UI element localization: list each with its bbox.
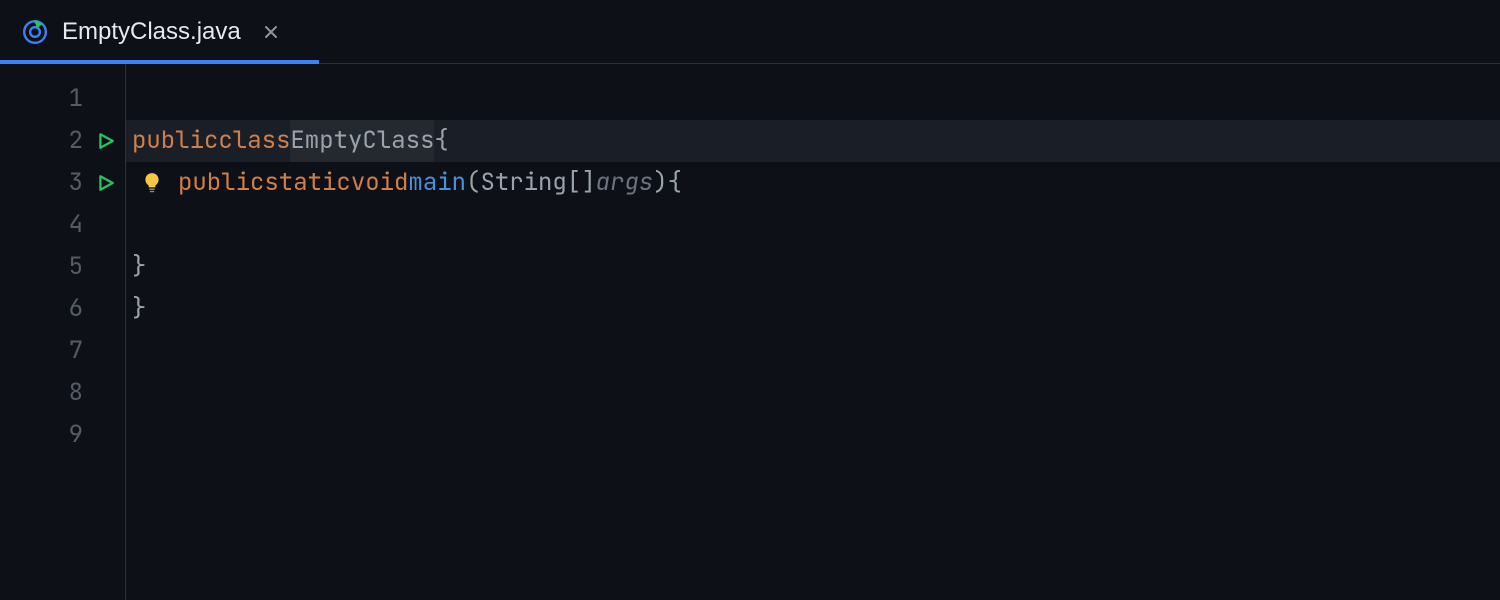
lightbulb-icon[interactable] <box>138 172 166 194</box>
gutter-row: 7 <box>0 330 125 372</box>
gutter-spacer <box>95 382 117 404</box>
gutter: 1 2 3 4 5 6 7 <box>0 64 126 600</box>
code-line[interactable] <box>126 414 1500 456</box>
java-class-icon <box>22 19 48 45</box>
line-number: 6 <box>55 288 83 330</box>
gutter-row: 9 <box>0 414 125 456</box>
code-line[interactable]: public class EmptyClass { <box>126 120 1500 162</box>
line-number: 3 <box>55 162 83 204</box>
gutter-spacer <box>95 298 117 320</box>
tab-title: EmptyClass.java <box>62 18 241 46</box>
run-icon[interactable] <box>95 130 117 152</box>
gutter-spacer <box>95 214 117 236</box>
code-line[interactable]: } <box>126 246 1500 288</box>
brace: } <box>132 288 146 330</box>
keyword: public <box>178 162 264 204</box>
keyword: public <box>132 120 218 162</box>
gutter-row: 3 <box>0 162 125 204</box>
method-name: main <box>408 162 466 204</box>
line-number: 7 <box>55 330 83 372</box>
brace: { <box>434 120 448 162</box>
line-number: 8 <box>55 372 83 414</box>
paren: ) <box>653 162 667 204</box>
tab-bar: EmptyClass.java <box>0 0 1500 64</box>
gutter-spacer <box>95 88 117 110</box>
line-number: 2 <box>55 120 83 162</box>
line-number: 9 <box>55 414 83 456</box>
gutter-spacer <box>95 424 117 446</box>
code-line[interactable]: public static void main(String[] args) { <box>126 162 1500 204</box>
line-number: 4 <box>55 204 83 246</box>
line-number: 1 <box>55 78 83 120</box>
code-area[interactable]: public class EmptyClass { public static … <box>126 64 1500 600</box>
code-line[interactable] <box>126 204 1500 246</box>
code-line[interactable] <box>126 372 1500 414</box>
gutter-spacer <box>95 256 117 278</box>
gutter-row: 6 <box>0 288 125 330</box>
type: String <box>480 162 566 204</box>
brace: { <box>668 162 682 204</box>
tab-emptyclass[interactable]: EmptyClass.java <box>0 0 303 63</box>
keyword: static <box>264 162 350 204</box>
gutter-row: 8 <box>0 372 125 414</box>
editor: 1 2 3 4 5 6 7 <box>0 64 1500 600</box>
code-line[interactable] <box>126 78 1500 120</box>
run-icon[interactable] <box>95 172 117 194</box>
gutter-row: 1 <box>0 78 125 120</box>
paren: ( <box>466 162 480 204</box>
gutter-row: 5 <box>0 246 125 288</box>
brackets: [] <box>567 162 596 204</box>
gutter-row: 4 <box>0 204 125 246</box>
line-number: 5 <box>55 246 83 288</box>
keyword: class <box>218 120 290 162</box>
close-icon[interactable] <box>261 22 281 42</box>
brace: } <box>132 246 146 288</box>
parameter: args <box>596 162 654 204</box>
code-line[interactable] <box>126 330 1500 372</box>
keyword: void <box>351 162 409 204</box>
class-name: EmptyClass <box>290 120 434 162</box>
gutter-spacer <box>95 340 117 362</box>
code-line[interactable]: } <box>126 288 1500 330</box>
gutter-row: 2 <box>0 120 125 162</box>
